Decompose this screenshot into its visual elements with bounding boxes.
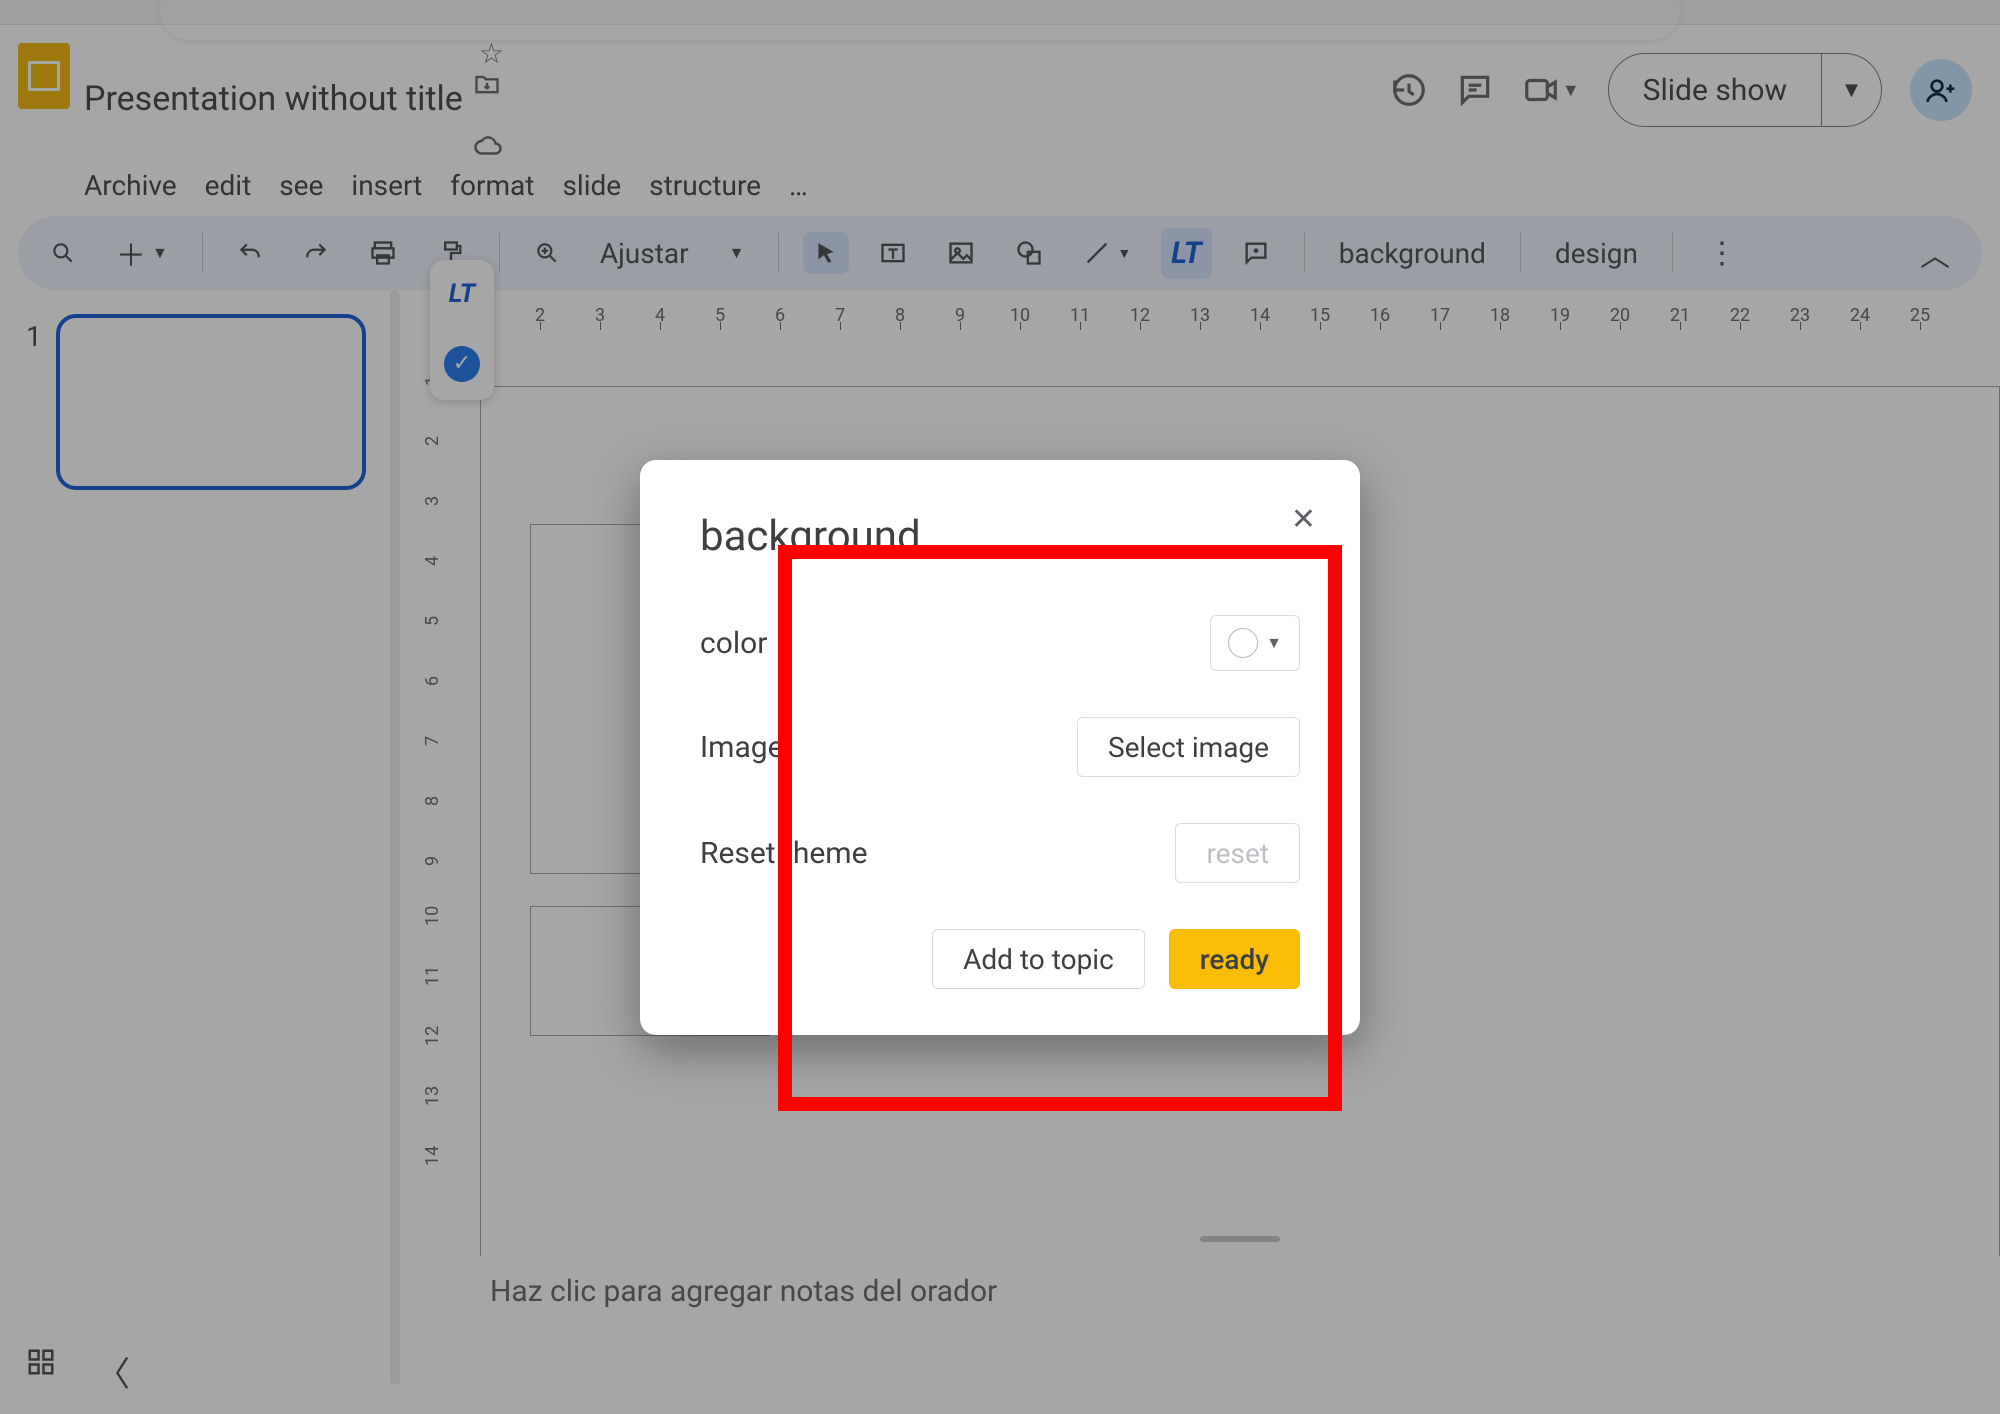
close-icon[interactable]: ✕ [1291, 502, 1316, 537]
reset-button: reset [1175, 823, 1300, 883]
color-label: color [700, 626, 767, 661]
chevron-down-icon: ▼ [1266, 633, 1282, 653]
ready-button[interactable]: ready [1169, 929, 1300, 989]
background-dialog: background ✕ color ▼ Image Select image … [640, 460, 1360, 1035]
select-image-button[interactable]: Select image [1077, 717, 1300, 777]
color-swatch-icon [1228, 628, 1258, 658]
dialog-title: background [700, 512, 1300, 561]
color-dropdown[interactable]: ▼ [1210, 615, 1300, 671]
add-to-topic-button[interactable]: Add to topic [932, 929, 1145, 989]
reset-theme-label: Reset theme [700, 836, 868, 871]
image-label: Image [700, 730, 784, 765]
